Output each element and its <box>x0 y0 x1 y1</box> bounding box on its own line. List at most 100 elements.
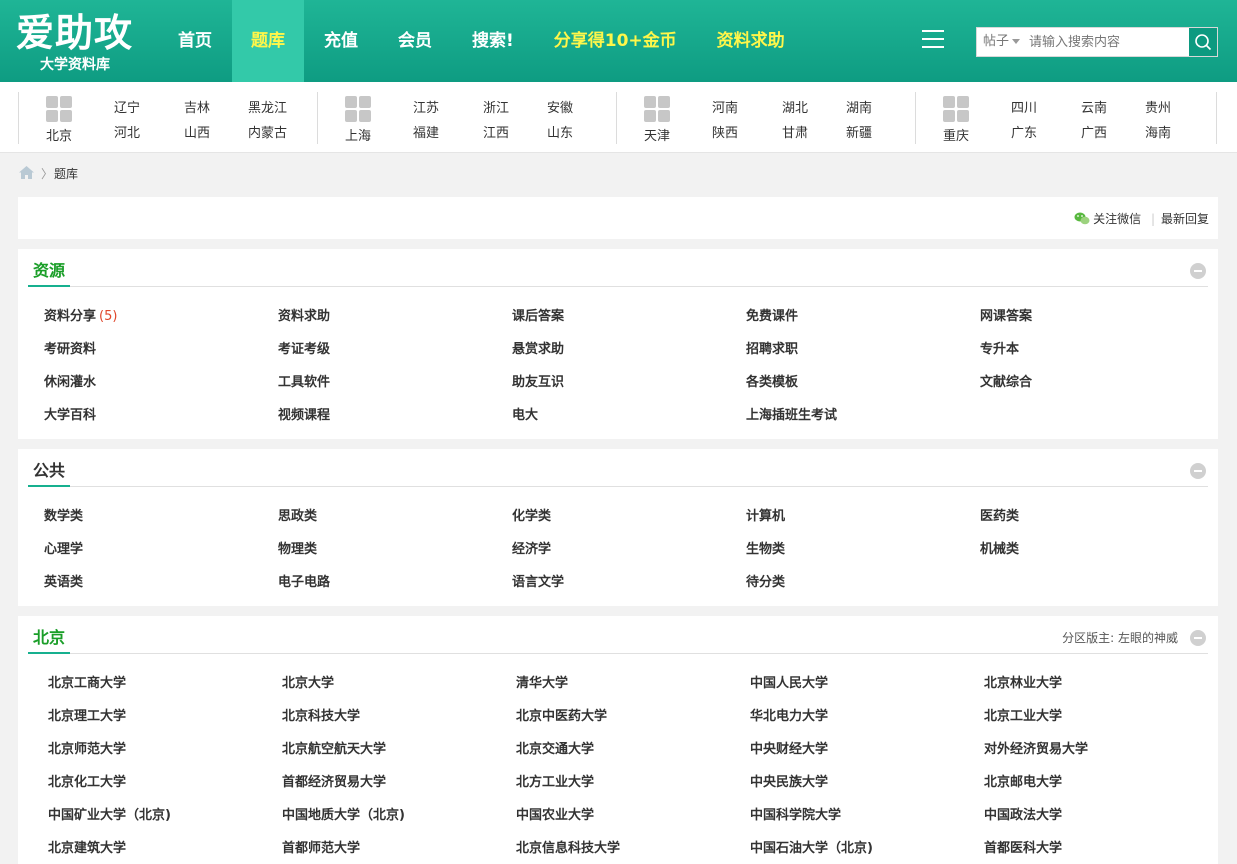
university-link[interactable]: 北京科技大学 <box>282 705 360 724</box>
province-main-link[interactable]: 重庆 <box>943 125 969 144</box>
university-link[interactable]: 首都师范大学 <box>282 837 360 856</box>
university-link[interactable]: 北京信息科技大学 <box>516 837 620 856</box>
section-title[interactable]: 北京 <box>28 626 71 654</box>
forum-category-link[interactable]: 数学类 <box>44 505 83 524</box>
forum-category-link[interactable]: 资料求助 <box>278 305 330 324</box>
province-link[interactable]: 江西 <box>483 122 509 141</box>
province-main-link[interactable]: 天津 <box>644 125 670 144</box>
province-link[interactable]: 辽宁 <box>114 97 140 116</box>
province-link[interactable]: 云南 <box>1081 97 1107 116</box>
province-link[interactable]: 山东 <box>547 122 573 141</box>
forum-category-link[interactable]: 考证考级 <box>278 338 330 357</box>
collapse-icon[interactable] <box>1190 263 1206 279</box>
province-link[interactable]: 湖北 <box>782 97 808 116</box>
forum-category-link[interactable]: 休闲灌水 <box>44 371 96 390</box>
section-title[interactable]: 公共 <box>28 459 71 487</box>
forum-category-link[interactable]: 思政类 <box>278 505 317 524</box>
province-link[interactable]: 四川 <box>1011 97 1037 116</box>
university-link[interactable]: 北京交通大学 <box>516 738 594 757</box>
forum-category-link[interactable]: 电子电路 <box>278 571 330 590</box>
forum-category-link[interactable]: 生物类 <box>746 538 785 557</box>
university-link[interactable]: 北京建筑大学 <box>48 837 126 856</box>
forum-category-link[interactable]: 各类模板 <box>746 371 798 390</box>
forum-category-link[interactable]: 电大 <box>512 404 538 423</box>
province-link[interactable]: 福建 <box>413 122 439 141</box>
province-link[interactable]: 内蒙古 <box>248 122 287 141</box>
university-link[interactable]: 中国人民大学 <box>750 672 828 691</box>
university-link[interactable]: 北方工业大学 <box>516 771 594 790</box>
province-link[interactable]: 河南 <box>712 97 738 116</box>
university-link[interactable]: 中国矿业大学（北京) <box>48 804 171 823</box>
forum-category-link[interactable]: 助友互识 <box>512 371 564 390</box>
university-link[interactable]: 华北电力大学 <box>750 705 828 724</box>
forum-category-link[interactable]: 考研资料 <box>44 338 96 357</box>
nav-item[interactable]: 资料求助 <box>697 0 805 82</box>
forum-category-link[interactable]: 视频课程 <box>278 404 330 423</box>
nav-item[interactable]: 搜索! <box>452 0 534 82</box>
university-link[interactable]: 北京航空航天大学 <box>282 738 386 757</box>
province-link[interactable]: 广西 <box>1081 122 1107 141</box>
university-link[interactable]: 中国地质大学（北京) <box>282 804 405 823</box>
province-link[interactable]: 江苏 <box>413 97 439 116</box>
collapse-icon[interactable] <box>1190 630 1206 646</box>
search-type-select[interactable]: 帖子 <box>983 28 1021 56</box>
university-link[interactable]: 北京工商大学 <box>48 672 126 691</box>
province-main-link[interactable]: 北京 <box>46 125 72 144</box>
university-link[interactable]: 北京化工大学 <box>48 771 126 790</box>
university-link[interactable]: 北京大学 <box>282 672 334 691</box>
forum-category-link[interactable]: 物理类 <box>278 538 317 557</box>
province-link[interactable]: 新疆 <box>846 122 872 141</box>
university-link[interactable]: 首都医科大学 <box>984 837 1062 856</box>
university-link[interactable]: 北京邮电大学 <box>984 771 1062 790</box>
forum-category-link[interactable]: 化学类 <box>512 505 551 524</box>
forum-category-link[interactable]: 资料分享 (5) <box>44 305 117 324</box>
province-link[interactable]: 河北 <box>114 122 140 141</box>
university-link[interactable]: 北京理工大学 <box>48 705 126 724</box>
nav-item[interactable]: 分享得10+金币 <box>534 0 697 82</box>
forum-category-link[interactable]: 网课答案 <box>980 305 1032 324</box>
forum-category-link[interactable]: 工具软件 <box>278 371 330 390</box>
collapse-icon[interactable] <box>1190 463 1206 479</box>
province-link[interactable]: 山西 <box>184 122 210 141</box>
site-logo[interactable]: 爱助攻 大学资料库 <box>16 10 146 74</box>
province-link[interactable]: 贵州 <box>1145 97 1171 116</box>
university-link[interactable]: 北京中医药大学 <box>516 705 607 724</box>
forum-category-link[interactable]: 英语类 <box>44 571 83 590</box>
province-link[interactable]: 陕西 <box>712 122 738 141</box>
province-link[interactable]: 海南 <box>1145 122 1171 141</box>
forum-category-link[interactable]: 机械类 <box>980 538 1019 557</box>
forum-category-link[interactable]: 经济学 <box>512 538 551 557</box>
search-button[interactable] <box>1189 28 1217 56</box>
nav-item[interactable]: 题库 <box>232 0 304 82</box>
wechat-follow-link[interactable]: 关注微信 <box>1074 212 1145 226</box>
province-link[interactable]: 浙江 <box>483 97 509 116</box>
province-link[interactable]: 甘肃 <box>782 122 808 141</box>
university-link[interactable]: 首都经济贸易大学 <box>282 771 386 790</box>
province-main-link[interactable]: 上海 <box>345 125 371 144</box>
university-link[interactable]: 对外经济贸易大学 <box>984 738 1088 757</box>
nav-item[interactable]: 充值 <box>304 0 378 82</box>
search-input[interactable] <box>1029 28 1187 56</box>
forum-category-link[interactable]: 医药类 <box>980 505 1019 524</box>
province-link[interactable]: 吉林 <box>184 97 210 116</box>
university-link[interactable]: 北京林业大学 <box>984 672 1062 691</box>
menu-icon[interactable] <box>922 30 946 52</box>
university-link[interactable]: 中国科学院大学 <box>750 804 841 823</box>
forum-category-link[interactable]: 心理学 <box>44 538 83 557</box>
university-link[interactable]: 中国政法大学 <box>984 804 1062 823</box>
university-link[interactable]: 清华大学 <box>516 672 568 691</box>
forum-category-link[interactable]: 免费课件 <box>746 305 798 324</box>
latest-replies-link[interactable]: 最新回复 <box>1161 212 1209 226</box>
university-link[interactable]: 中央财经大学 <box>750 738 828 757</box>
university-link[interactable]: 中国农业大学 <box>516 804 594 823</box>
university-link[interactable]: 中央民族大学 <box>750 771 828 790</box>
section-title[interactable]: 资源 <box>28 259 71 287</box>
forum-category-link[interactable]: 上海插班生考试 <box>746 404 837 423</box>
province-link[interactable]: 广东 <box>1011 122 1037 141</box>
province-link[interactable]: 安徽 <box>547 97 573 116</box>
forum-category-link[interactable]: 招聘求职 <box>746 338 798 357</box>
university-link[interactable]: 北京工业大学 <box>984 705 1062 724</box>
university-link[interactable]: 中国石油大学（北京) <box>750 837 873 856</box>
nav-item[interactable]: 首页 <box>158 0 232 82</box>
nav-item[interactable]: 会员 <box>378 0 452 82</box>
